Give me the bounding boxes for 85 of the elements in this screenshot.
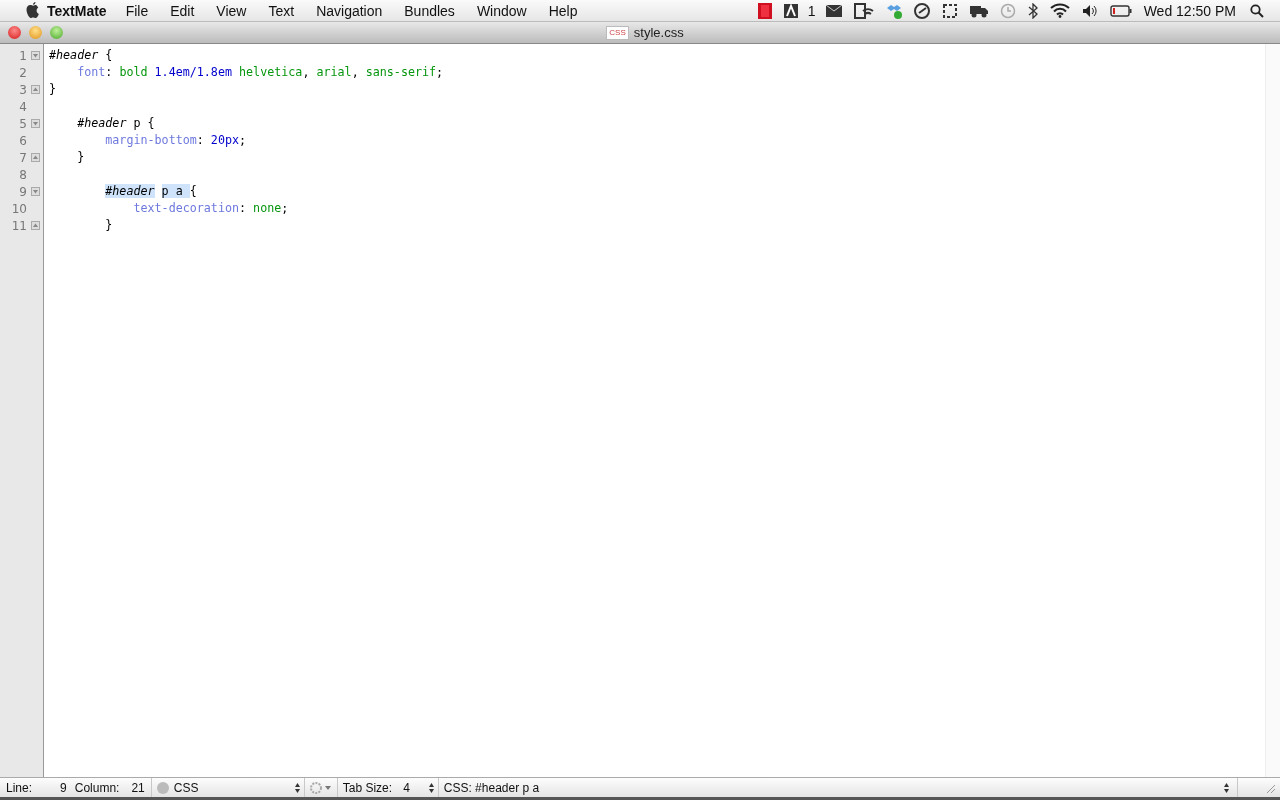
menu-item[interactable]: View xyxy=(216,2,247,19)
code-token: ; xyxy=(239,133,247,147)
code-token: margin-bottom xyxy=(105,133,197,147)
fold-up-icon[interactable] xyxy=(31,153,40,162)
code-token: { xyxy=(189,184,197,198)
stepper-icon xyxy=(428,782,434,793)
code-token: helvetica xyxy=(239,65,303,79)
fold-down-icon[interactable] xyxy=(31,119,40,128)
truck-icon[interactable] xyxy=(969,3,988,18)
stepper-icon xyxy=(294,782,300,793)
line-number: 10 xyxy=(11,201,27,216)
film-icon[interactable] xyxy=(757,2,772,19)
line-label: Line: xyxy=(6,780,33,795)
bluetooth-icon[interactable] xyxy=(1027,2,1038,19)
menu-item[interactable]: Window xyxy=(476,2,527,19)
line-number: 3 xyxy=(19,82,27,97)
line-number: 5 xyxy=(19,116,27,131)
code-token: , xyxy=(302,65,311,79)
menu-item[interactable]: Help xyxy=(548,2,578,19)
column-value: 21 xyxy=(131,780,145,795)
code-token: sans-serif xyxy=(365,65,437,79)
battery-icon[interactable] xyxy=(1109,4,1132,17)
scroll-track[interactable] xyxy=(1265,44,1280,777)
line-number: 9 xyxy=(19,184,27,199)
code-token: p a xyxy=(161,184,190,198)
fold-down-icon[interactable] xyxy=(31,187,40,196)
font-icon[interactable] xyxy=(783,3,798,18)
fold-up-icon[interactable] xyxy=(31,85,40,94)
notification-count: 1 xyxy=(807,2,816,19)
wifi-icon[interactable] xyxy=(1049,3,1070,18)
code-token: ; xyxy=(281,201,289,215)
menu-item[interactable]: Edit xyxy=(170,2,195,19)
line-number: 6 xyxy=(19,133,27,148)
line-number: 8 xyxy=(19,167,27,182)
speaker-icon[interactable] xyxy=(1081,3,1098,18)
code-token: } xyxy=(105,218,113,232)
network-icon[interactable] xyxy=(853,2,874,19)
code-token: arial xyxy=(316,65,352,79)
code-token: : xyxy=(239,201,248,215)
tab-size-popup[interactable]: Tab Size: 4 xyxy=(337,777,438,798)
menu-item[interactable]: Bundles xyxy=(404,2,455,19)
gauge-icon[interactable] xyxy=(913,2,930,19)
line-number: 4 xyxy=(19,99,27,114)
code-token: #header xyxy=(77,116,127,130)
code-token: font xyxy=(77,65,106,79)
line-value: 9 xyxy=(60,780,67,795)
code-token: p { xyxy=(133,116,155,130)
code-token: 20px xyxy=(210,133,239,147)
scope-popup[interactable]: CSS: #header p a xyxy=(438,777,1237,798)
language-icon xyxy=(156,781,169,794)
code-token: ; xyxy=(436,65,444,79)
language-popup[interactable]: CSS xyxy=(151,777,304,798)
code-token: text-decoration xyxy=(133,201,239,215)
column-label: Column: xyxy=(74,780,120,795)
menu-item[interactable]: Navigation xyxy=(316,2,383,19)
code-token: } xyxy=(77,150,85,164)
code-token: } xyxy=(49,82,57,96)
envelope-icon[interactable] xyxy=(825,4,842,17)
dashed-square-icon[interactable] xyxy=(941,2,958,19)
line-number: 11 xyxy=(11,218,27,233)
search-icon[interactable] xyxy=(1250,3,1264,18)
code-token: 1.4em/1.8em xyxy=(154,65,233,79)
code-token: none xyxy=(253,201,282,215)
fold-down-icon[interactable] xyxy=(31,51,40,60)
menu-item[interactable]: Text xyxy=(268,2,295,19)
file-icon: CSS xyxy=(606,25,629,40)
code-token: bold xyxy=(119,65,149,79)
code-token: #header xyxy=(105,184,155,198)
apple-logo-icon[interactable] xyxy=(25,1,41,20)
code-token: { xyxy=(105,48,113,62)
clock[interactable]: Wed 12:50 PM xyxy=(1143,2,1236,19)
line-number: 7 xyxy=(19,150,27,165)
code-token: #header xyxy=(49,48,99,62)
line-number: 2 xyxy=(19,65,27,80)
box-icon[interactable] xyxy=(885,2,902,19)
code-token: , xyxy=(351,65,360,79)
app-menu[interactable]: TextMate xyxy=(47,2,107,19)
window-title: style.css xyxy=(633,25,684,40)
close-button[interactable] xyxy=(8,26,21,39)
code-token: : xyxy=(196,133,205,147)
line-number: 1 xyxy=(19,48,27,63)
fold-up-icon[interactable] xyxy=(31,221,40,230)
menu-item[interactable]: File xyxy=(125,2,149,19)
code-token: : xyxy=(105,65,114,79)
code-editor[interactable]: #header { font: bold 1.4em/1.8em helvetica, arial, sans-serif; } #header p { margin-bottom: 20px; } #header p a { text-decoration: none; } xyxy=(44,44,1265,777)
